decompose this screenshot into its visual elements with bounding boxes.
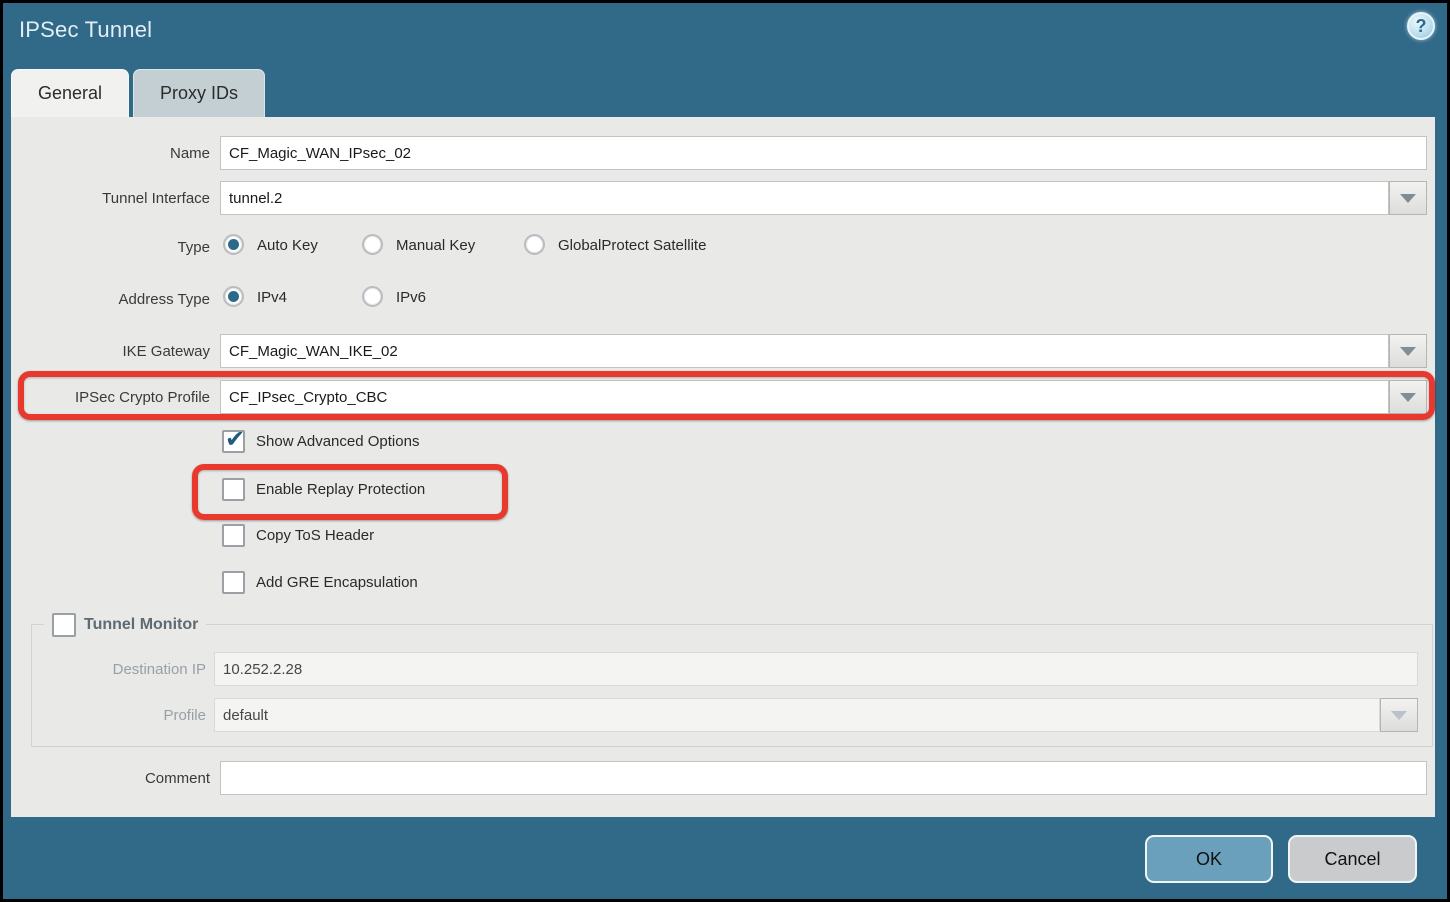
tunnel-interface-input[interactable]	[220, 181, 1389, 215]
profile-input	[214, 698, 1380, 732]
type-option-auto-key[interactable]: Auto Key	[257, 237, 318, 254]
ipsec-crypto-profile-dropdown-button[interactable]	[1389, 380, 1427, 414]
tunnel-monitor-checkbox[interactable]	[52, 613, 76, 637]
ok-button[interactable]: OK	[1145, 835, 1273, 883]
show-advanced-options-checkbox[interactable]	[222, 430, 245, 453]
type-label: Type	[11, 239, 210, 256]
comment-label: Comment	[11, 770, 210, 787]
chevron-down-icon	[1400, 393, 1416, 402]
address-type-radio-ipv4[interactable]	[223, 286, 244, 307]
chevron-down-icon	[1400, 347, 1416, 356]
destination-ip-label: Destination IP	[32, 661, 206, 678]
cancel-button[interactable]: Cancel	[1288, 835, 1417, 883]
address-type-option-ipv4[interactable]: IPv4	[257, 289, 287, 306]
address-type-radio-ipv6[interactable]	[362, 286, 383, 307]
type-radio-auto-key[interactable]	[223, 234, 244, 255]
help-icon[interactable]: ?	[1407, 12, 1435, 40]
general-tab-panel: Name Tunnel Interface Type Auto Key Manu…	[11, 117, 1435, 817]
tunnel-monitor-label[interactable]: Tunnel Monitor	[84, 616, 198, 634]
ike-gateway-dropdown-button[interactable]	[1389, 334, 1427, 368]
ike-gateway-label: IKE Gateway	[11, 343, 210, 360]
copy-tos-header-checkbox[interactable]	[222, 524, 245, 547]
comment-input[interactable]	[220, 761, 1427, 795]
type-radio-manual-key[interactable]	[362, 234, 383, 255]
name-label: Name	[11, 145, 210, 162]
profile-dropdown-button	[1380, 698, 1418, 732]
chevron-down-icon	[1400, 194, 1416, 203]
copy-tos-header-label[interactable]: Copy ToS Header	[256, 527, 374, 544]
address-type-label: Address Type	[11, 291, 210, 308]
dialog-title: IPSec Tunnel	[19, 17, 152, 43]
enable-replay-protection-label[interactable]: Enable Replay Protection	[256, 481, 425, 498]
show-advanced-options-label[interactable]: Show Advanced Options	[256, 433, 419, 450]
add-gre-encapsulation-label[interactable]: Add GRE Encapsulation	[256, 574, 418, 591]
type-option-globalprotect-satellite[interactable]: GlobalProtect Satellite	[558, 237, 706, 254]
type-option-manual-key[interactable]: Manual Key	[396, 237, 475, 254]
tab-bar: General Proxy IDs	[11, 69, 265, 117]
ipsec-crypto-profile-input[interactable]	[220, 380, 1389, 414]
tunnel-monitor-legend: Tunnel Monitor	[44, 612, 206, 638]
name-input[interactable]	[220, 136, 1427, 170]
ipsec-crypto-profile-label: IPSec Crypto Profile	[11, 389, 210, 406]
tab-proxy-ids[interactable]: Proxy IDs	[133, 69, 265, 117]
tab-general[interactable]: General	[11, 69, 129, 117]
tunnel-monitor-section: Tunnel Monitor Destination IP Profile	[31, 624, 1433, 747]
ipsec-tunnel-dialog: IPSec Tunnel ? General Proxy IDs Name Tu…	[3, 3, 1447, 899]
enable-replay-protection-checkbox[interactable]	[222, 478, 245, 501]
profile-label: Profile	[32, 707, 206, 724]
add-gre-encapsulation-checkbox[interactable]	[222, 571, 245, 594]
destination-ip-input	[214, 652, 1418, 686]
chevron-down-icon	[1391, 711, 1407, 720]
tunnel-interface-label: Tunnel Interface	[11, 190, 210, 207]
address-type-option-ipv6[interactable]: IPv6	[396, 289, 426, 306]
tunnel-interface-dropdown-button[interactable]	[1389, 181, 1427, 215]
ike-gateway-input[interactable]	[220, 334, 1389, 368]
type-radio-globalprotect-satellite[interactable]	[524, 234, 545, 255]
